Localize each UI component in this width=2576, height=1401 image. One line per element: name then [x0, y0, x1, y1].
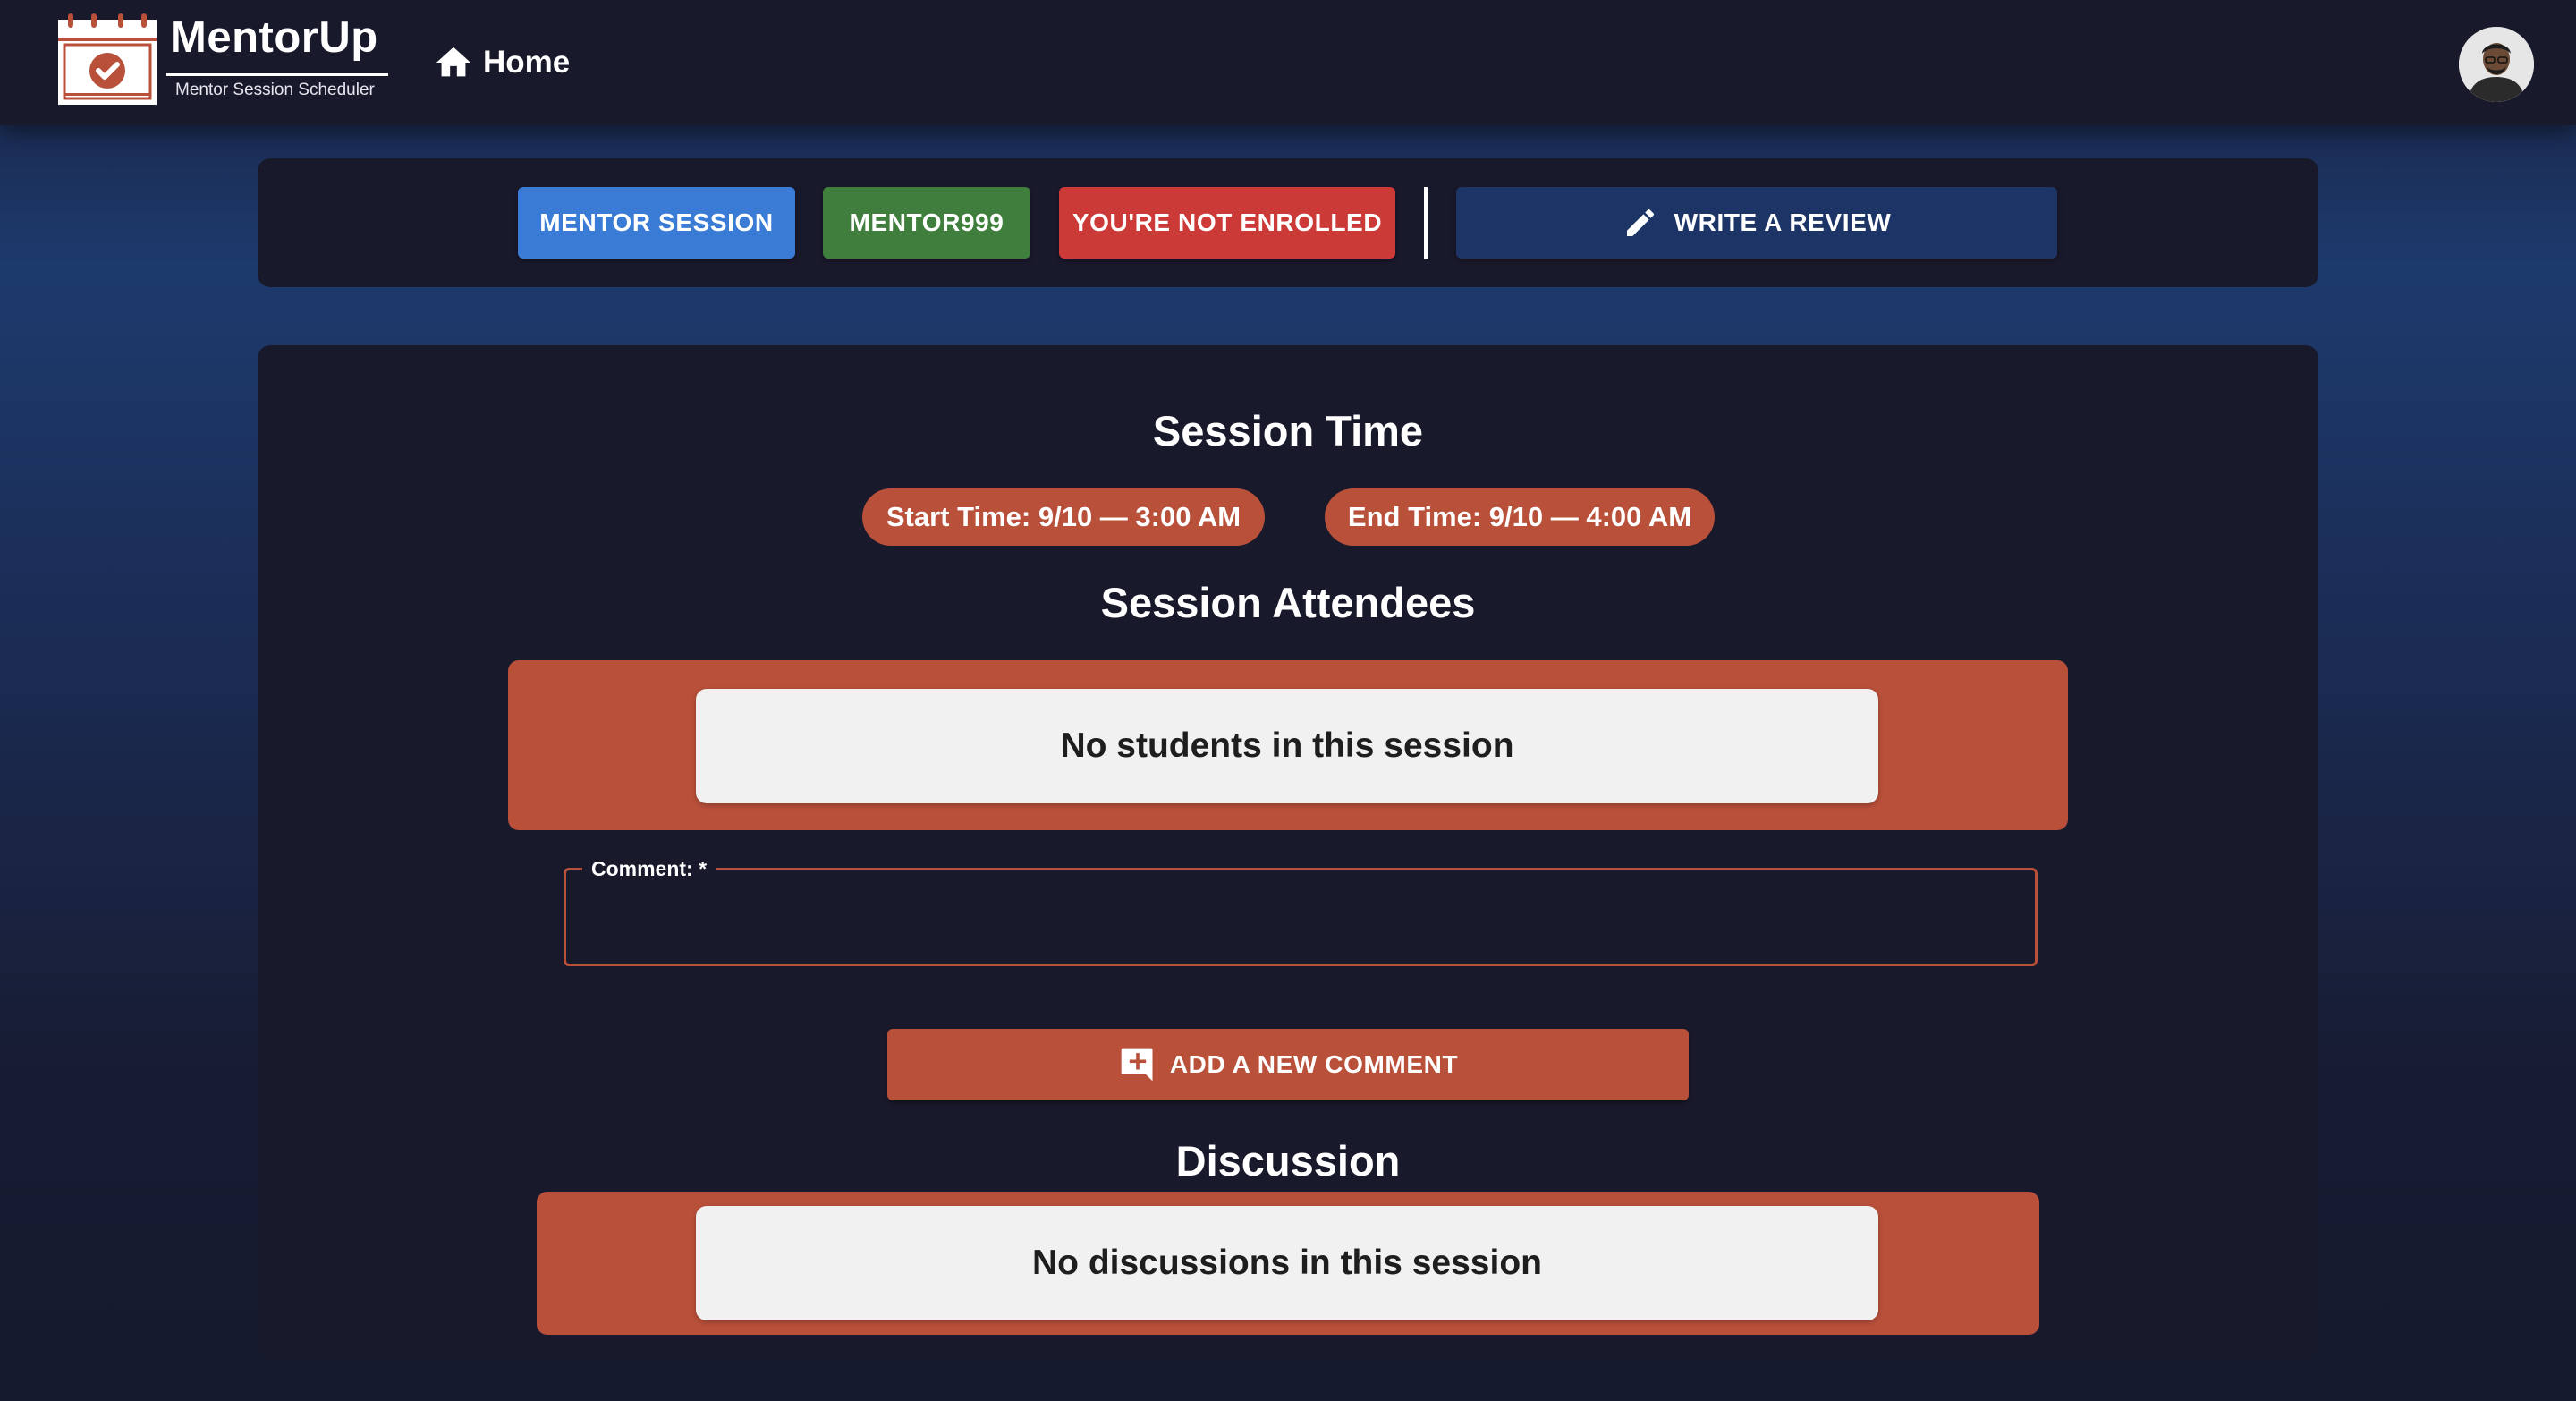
write-review-label: WRITE A REVIEW: [1674, 208, 1892, 236]
add-comment-icon: [1121, 1048, 1153, 1082]
mentor-id-button[interactable]: MENTOR999: [823, 187, 1030, 259]
attendees-empty-message: No students in this session: [696, 689, 1878, 803]
discussion-empty-message: No discussions in this session: [696, 1206, 1878, 1320]
brand-name[interactable]: MentorUp: [170, 13, 378, 63]
mentor-id-label: MENTOR999: [849, 208, 1004, 236]
enrollment-status-label: YOU'RE NOT ENROLLED: [1072, 208, 1383, 236]
session-details-card: Session Time Start Time: 9/10 — 3:00 AM …: [258, 345, 2318, 1360]
write-review-button[interactable]: WRITE A REVIEW: [1456, 187, 2057, 259]
home-link[interactable]: Home: [433, 39, 570, 86]
session-action-bar: MENTOR SESSION MENTOR999 YOU'RE NOT ENRO…: [258, 158, 2318, 287]
brand-underline: [166, 73, 388, 76]
user-avatar[interactable]: [2459, 27, 2534, 102]
add-comment-button[interactable]: ADD A NEW COMMENT: [887, 1029, 1689, 1100]
start-time-chip: Start Time: 9/10 — 3:00 AM: [862, 488, 1265, 546]
mentor-session-button[interactable]: MENTOR SESSION: [518, 187, 795, 259]
session-time-heading: Session Time: [1152, 407, 1424, 454]
comment-label: Comment: *: [582, 856, 716, 881]
home-icon: [436, 47, 471, 77]
top-navbar: MentorUp Mentor Session Scheduler Home: [0, 0, 2576, 125]
add-comment-label: ADD A NEW COMMENT: [1169, 1050, 1459, 1078]
mentor-session-label: MENTOR SESSION: [539, 208, 774, 236]
avatar-image: [2459, 27, 2534, 102]
end-time-chip: End Time: 9/10 — 4:00 AM: [1325, 488, 1715, 546]
session-attendees-heading: Session Attendees: [1100, 579, 1476, 626]
enrollment-status-button[interactable]: YOU'RE NOT ENROLLED: [1059, 187, 1395, 259]
discussion-heading: Discussion: [1175, 1137, 1401, 1184]
comment-field[interactable]: Comment: *: [564, 856, 2038, 966]
calendar-check-icon[interactable]: [55, 13, 159, 107]
vertical-divider: [1424, 187, 1428, 259]
pencil-icon: [1626, 208, 1654, 236]
brand-tagline: Mentor Session Scheduler: [175, 81, 375, 99]
home-label: Home: [483, 45, 571, 80]
comment-input[interactable]: [588, 888, 2013, 947]
